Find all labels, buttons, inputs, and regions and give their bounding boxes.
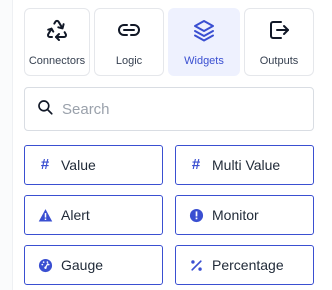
tab-label: Logic [115, 54, 143, 67]
widget-palette-panel: Connectors Logic Widgets Outputs Search … [0, 0, 332, 290]
link-icon [117, 18, 141, 47]
percent-icon [188, 257, 204, 273]
hash-icon: # [191, 156, 201, 173]
tab-label: Connectors [28, 54, 86, 67]
gauge-icon [37, 257, 53, 273]
tab-connectors[interactable]: Connectors [24, 8, 90, 76]
left-gutter [0, 0, 13, 290]
warning-triangle-icon [37, 207, 53, 223]
widget-label: Monitor [212, 207, 259, 223]
widget-label: Gauge [61, 257, 104, 273]
widget-grid: # Value # Multi Value Alert Monitor Gaug… [24, 145, 314, 285]
widget-label: Percentage [212, 257, 284, 273]
logout-icon [267, 18, 291, 47]
widget-monitor[interactable]: Monitor [175, 195, 314, 235]
recycle-icon [45, 18, 69, 47]
alert-circle-icon [188, 207, 204, 223]
widget-alert[interactable]: Alert [24, 195, 163, 235]
search-input[interactable] [62, 100, 292, 118]
layers-icon [192, 18, 216, 47]
widget-label: Value [61, 157, 96, 173]
tab-logic[interactable]: Logic [94, 8, 164, 76]
widget-label: Alert [61, 207, 90, 223]
widget-multi-value[interactable]: # Multi Value [175, 145, 314, 185]
tab-widgets[interactable]: Widgets [168, 8, 240, 76]
search-field[interactable] [24, 87, 314, 131]
widget-value[interactable]: # Value [24, 145, 163, 185]
category-tabs: Connectors Logic Widgets Outputs [24, 8, 316, 76]
widget-percentage[interactable]: Percentage [175, 245, 314, 285]
tab-label: Outputs [259, 54, 299, 67]
tab-label: Widgets [184, 54, 224, 67]
tab-outputs[interactable]: Outputs [244, 8, 314, 76]
widget-label: Multi Value [212, 157, 281, 173]
hash-icon: # [40, 156, 50, 173]
widget-gauge[interactable]: Gauge [24, 245, 163, 285]
search-icon [36, 98, 54, 121]
